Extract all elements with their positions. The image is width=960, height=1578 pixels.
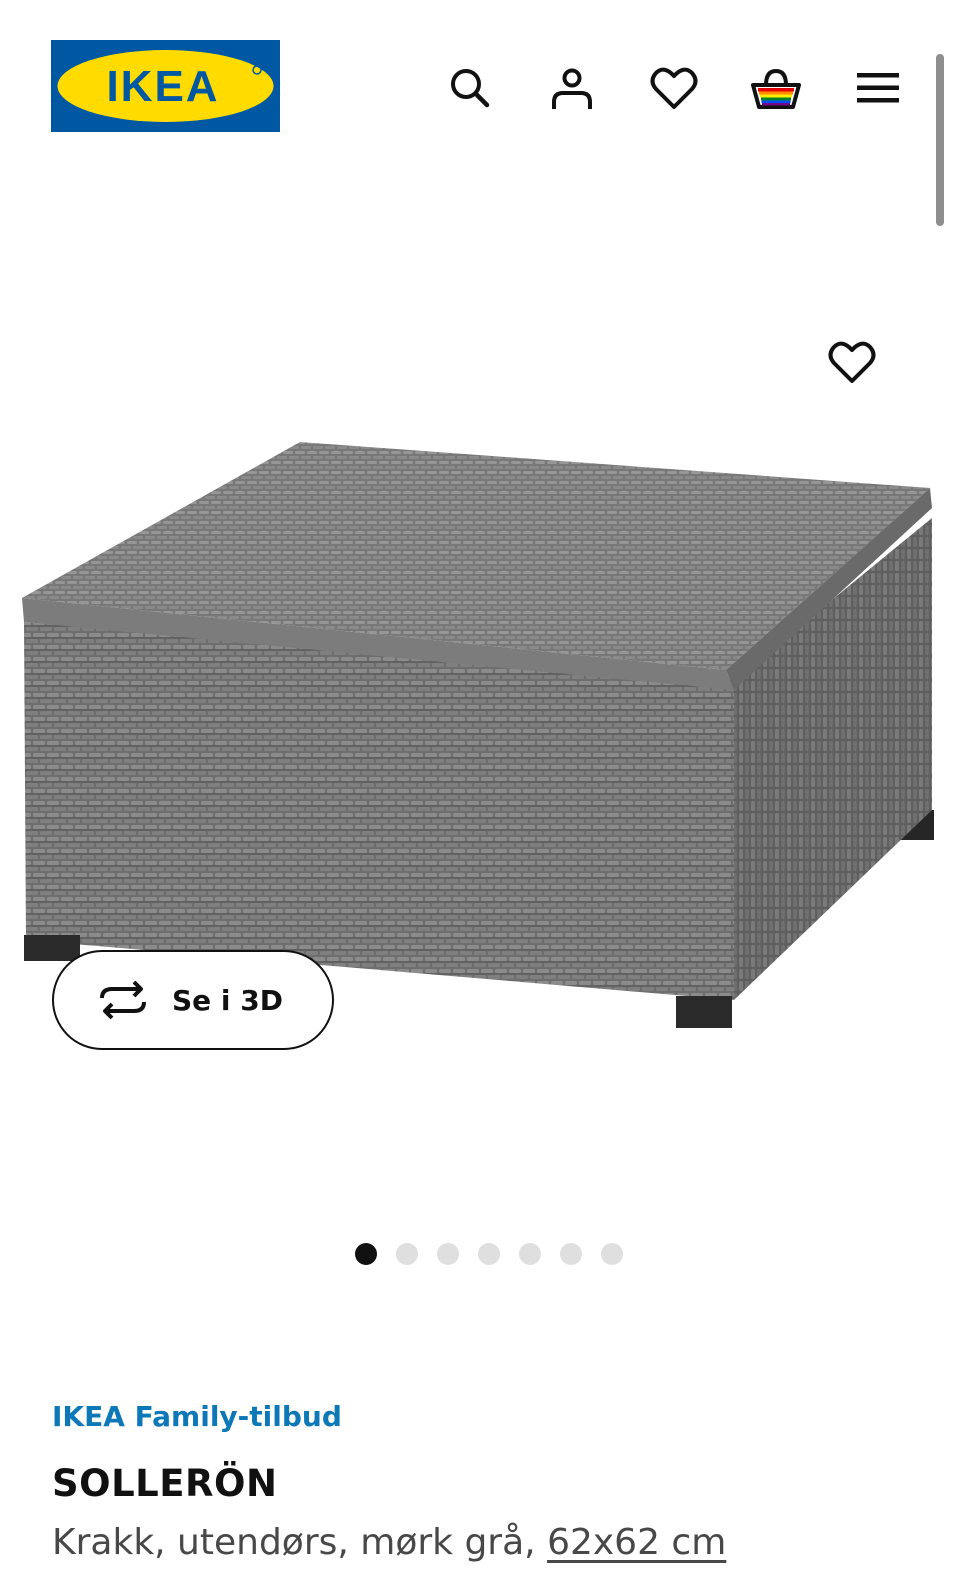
user-icon xyxy=(552,68,592,109)
search-button[interactable] xyxy=(440,58,500,118)
family-offer-label: IKEA Family-tilbud xyxy=(52,1400,342,1433)
carousel-dot-5[interactable] xyxy=(518,1243,541,1265)
carousel-dot-2[interactable] xyxy=(395,1243,418,1265)
site-header: IKEA xyxy=(0,0,960,170)
carousel-dot-7[interactable] xyxy=(600,1243,623,1265)
favourites-button[interactable] xyxy=(644,58,704,118)
image-carousel-dots xyxy=(0,1243,960,1265)
product-description-text: Krakk, utendørs, mørk grå, xyxy=(52,1522,548,1563)
product-size-link[interactable]: 62x62 cm xyxy=(547,1522,726,1563)
ikea-logo[interactable]: IKEA xyxy=(51,40,280,132)
account-button[interactable] xyxy=(542,58,602,118)
product-description: Krakk, utendørs, mørk grå, 62x62 cm xyxy=(52,1522,726,1563)
carousel-dot-1[interactable] xyxy=(354,1243,377,1265)
basket-icon xyxy=(751,68,801,109)
heart-icon xyxy=(650,67,698,109)
basket-button[interactable] xyxy=(746,58,806,118)
carousel-dot-6[interactable] xyxy=(559,1243,582,1265)
view-in-3d-button[interactable]: Se i 3D xyxy=(52,950,334,1050)
rotate-3d-icon xyxy=(100,980,146,1020)
page-scrollbar[interactable] xyxy=(936,54,944,226)
product-name: SOLLERÖN xyxy=(52,1462,278,1505)
carousel-dot-3[interactable] xyxy=(436,1243,459,1265)
search-icon xyxy=(451,69,490,108)
menu-button[interactable] xyxy=(848,58,908,118)
heart-icon xyxy=(828,341,876,383)
view-in-3d-label: Se i 3D xyxy=(172,983,283,1017)
add-to-favourites-button[interactable] xyxy=(822,332,882,392)
menu-icon xyxy=(857,73,899,103)
carousel-dot-4[interactable] xyxy=(477,1243,500,1265)
svg-text:IKEA: IKEA xyxy=(106,62,219,111)
